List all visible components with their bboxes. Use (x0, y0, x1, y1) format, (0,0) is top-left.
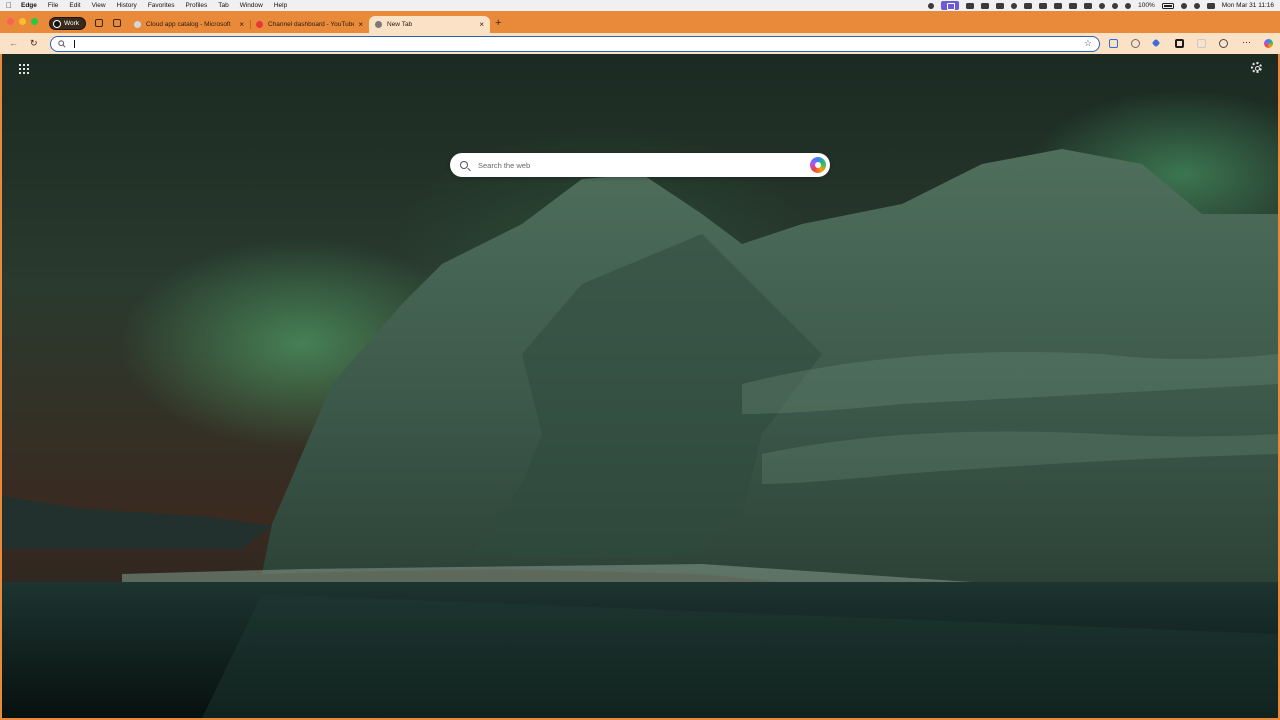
back-arrow-icon[interactable]: ← (9, 38, 18, 48)
status-app-icon[interactable] (1054, 2, 1063, 9)
workspaces-icon[interactable] (95, 19, 103, 27)
tab-strip: Work Cloud app catalog - Microsoft × Cha… (0, 11, 1280, 33)
tab-new-tab[interactable]: New Tab × (369, 16, 490, 33)
status-app-icon[interactable] (1112, 2, 1119, 9)
close-tab-icon[interactable]: × (479, 20, 484, 29)
profile-label: Work (64, 20, 80, 27)
copilot-search-icon[interactable] (810, 157, 826, 173)
extension-square-icon[interactable] (1175, 39, 1184, 48)
status-app-icon[interactable] (981, 2, 990, 9)
status-app-icon[interactable] (928, 2, 935, 9)
menu-profiles[interactable]: Profiles (186, 2, 208, 9)
extensions-icon[interactable] (1219, 39, 1228, 48)
refresh-icon[interactable]: ↻ (30, 38, 38, 49)
new-tab-page: Search the web (2, 54, 1278, 718)
copilot-icon[interactable] (1264, 39, 1273, 48)
fullscreen-window-button[interactable] (31, 18, 38, 25)
new-tab-plus-icon[interactable]: + (495, 17, 501, 29)
menu-bar:  Edge File Edit View History Favorites … (0, 0, 1280, 11)
browser-toolbar: ← ↻ ☆ ⋯ (0, 33, 1280, 54)
search-icon (460, 161, 468, 169)
split-screen-icon[interactable] (1197, 39, 1206, 48)
text-caret (74, 40, 75, 48)
menu-file[interactable]: File (48, 2, 58, 9)
search-icon (58, 40, 66, 48)
wifi-icon[interactable] (1180, 2, 1187, 9)
battery-percent: 100% (1138, 2, 1155, 9)
page-settings-gear-icon[interactable] (1251, 62, 1262, 73)
apple-menu-icon[interactable]:  (6, 1, 12, 10)
tab-title: New Tab (387, 21, 413, 28)
minimize-window-button[interactable] (19, 18, 26, 25)
window-controls (7, 18, 38, 25)
extension-pen-icon[interactable] (1151, 38, 1161, 48)
menu-tab[interactable]: Tab (218, 2, 228, 9)
extension-grid-icon[interactable] (1109, 39, 1118, 48)
cloud-icon[interactable] (966, 2, 975, 9)
tab-favicon-icon (134, 21, 141, 28)
menu-window[interactable]: Window (240, 2, 263, 9)
more-menu-icon[interactable]: ⋯ (1242, 37, 1251, 48)
close-window-button[interactable] (7, 18, 14, 25)
youtube-icon (256, 21, 263, 28)
status-app-icon[interactable] (996, 2, 1005, 9)
menu-history[interactable]: History (117, 2, 137, 9)
status-app-icon[interactable] (1084, 2, 1093, 9)
screen-share-icon[interactable] (941, 1, 960, 10)
address-bar[interactable]: ☆ (50, 36, 1100, 52)
status-app-icon[interactable] (1039, 2, 1048, 9)
menu-app-name[interactable]: Edge (21, 2, 37, 9)
menu-edit[interactable]: Edit (69, 2, 80, 9)
menu-help[interactable]: Help (274, 2, 287, 9)
control-center-icon[interactable] (1206, 2, 1215, 9)
profile-button[interactable]: Work (49, 17, 86, 30)
menu-view[interactable]: View (92, 2, 106, 9)
tab-channel-dashboard[interactable]: Channel dashboard - YouTube × (250, 16, 369, 33)
status-app-icon[interactable] (1024, 2, 1033, 9)
close-tab-icon[interactable]: × (358, 20, 363, 29)
status-app-icon[interactable] (1011, 2, 1018, 9)
favorite-star-icon[interactable]: ☆ (1084, 38, 1092, 49)
tab-title: Cloud app catalog - Microsoft (146, 21, 231, 28)
search-placeholder: Search the web (478, 160, 531, 170)
status-app-icon[interactable] (1069, 2, 1078, 9)
apps-launcher-icon[interactable] (19, 64, 29, 74)
spotlight-search-icon[interactable] (1193, 2, 1200, 9)
clock[interactable]: Mon Mar 31 11:16 (1222, 2, 1274, 9)
close-tab-icon[interactable]: × (239, 20, 244, 29)
tab-cloud-app-catalog[interactable]: Cloud app catalog - Microsoft × (128, 16, 250, 33)
bluetooth-icon[interactable] (1099, 2, 1106, 9)
status-app-icon[interactable] (1125, 2, 1132, 9)
profile-avatar-icon (53, 19, 61, 28)
menu-favorites[interactable]: Favorites (148, 2, 175, 9)
new-tab-favicon-icon (375, 21, 382, 28)
status-area: 100% Mon Mar 31 11:16 (928, 1, 1274, 10)
web-search-box[interactable]: Search the web (450, 153, 830, 177)
tab-actions-icon[interactable] (113, 19, 121, 27)
extension-icon[interactable] (1131, 39, 1140, 48)
battery-icon[interactable] (1161, 2, 1174, 9)
tab-title: Channel dashboard - YouTube (268, 21, 354, 28)
